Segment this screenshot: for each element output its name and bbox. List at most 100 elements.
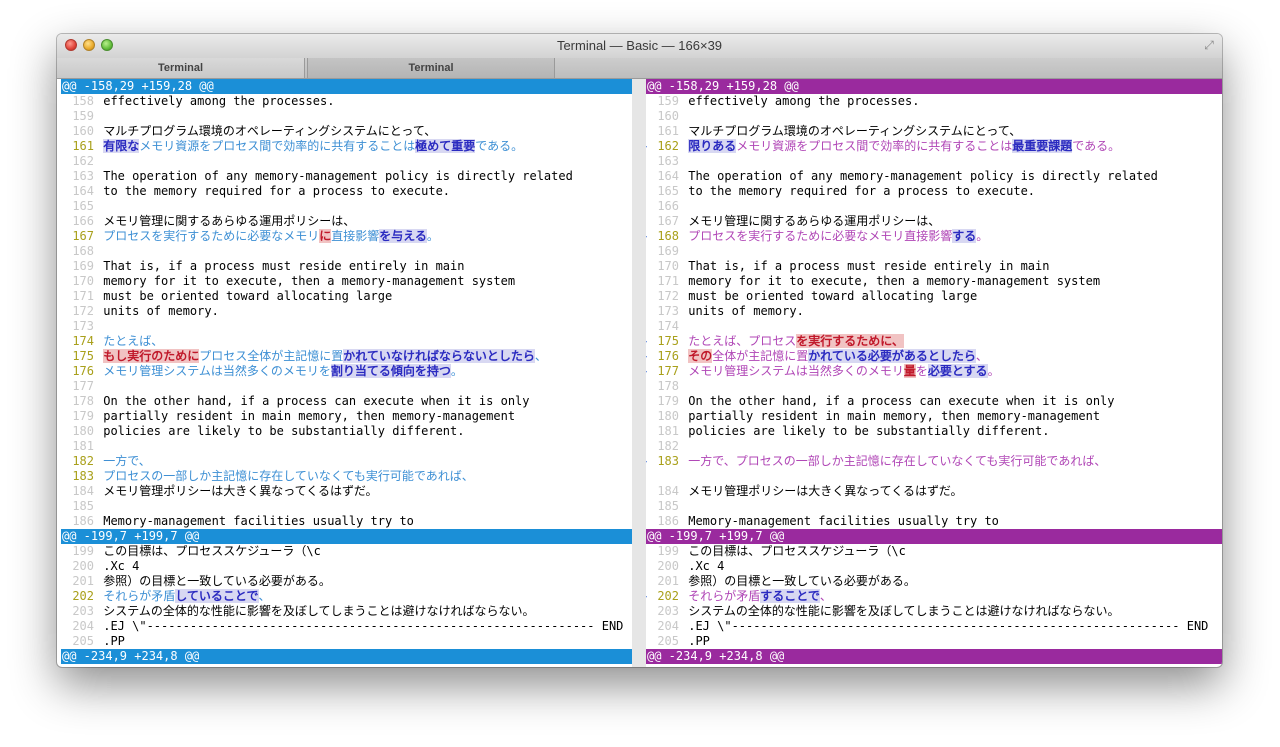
- diff-line: 199 この目標は、プロセススケジューラ（\c: [646, 544, 1222, 559]
- line-number: 166: [657, 199, 679, 213]
- hunk-header: @@ -158,29 +159,28 @@: [646, 79, 1222, 94]
- line-text: である。: [1072, 139, 1121, 153]
- diff-line: 174: [646, 319, 1222, 334]
- tab-terminal-2[interactable]: Terminal: [307, 58, 555, 78]
- diff-highlight: 限りある: [688, 139, 737, 153]
- diff-line: 170 That is, if a process must reside en…: [646, 259, 1222, 274]
- terminal-window: Terminal — Basic — 166×39 ⤢ Terminal Ter…: [57, 34, 1222, 667]
- line-number: 177: [72, 379, 94, 393]
- diff-line: 173 units of memory.: [646, 304, 1222, 319]
- diff-view[interactable]: @@ -158,29 +159,28 @@ 158 effectively amo…: [57, 79, 1222, 667]
- line-text: システムの全体的な性能に影響を及ぼしてしまうことは避けなければならない。: [688, 604, 1120, 618]
- line-number: 170: [72, 274, 94, 288]
- diff-line: 165: [61, 199, 638, 214]
- diff-line: <>176 その全体が主記憶に置かれている必要があるとしたら、: [646, 349, 1222, 364]
- diff-highlight: かれている必要があるとしたら: [808, 349, 976, 363]
- line-text: That is, if a process must reside entire…: [688, 259, 1050, 273]
- line-text: 一方で、プロセスの一部しか主記憶に存在していなくても実行可能であれば、: [688, 454, 1107, 468]
- line-number: 171: [72, 289, 94, 303]
- line-number: 164: [657, 169, 679, 183]
- line-text: この目標は、プロセススケジューラ（\c: [103, 544, 321, 558]
- line-number: 158: [72, 94, 94, 108]
- line-text: .EJ \"----------------------------------…: [103, 619, 624, 633]
- diff-highlight: かれていなければならないとしたら: [343, 349, 535, 363]
- line-number: 181: [657, 424, 679, 438]
- line-number: 205: [657, 634, 679, 648]
- line-text: 、: [819, 589, 832, 603]
- diff-line: 185: [61, 499, 638, 514]
- line-text: 。: [426, 229, 439, 243]
- line-number: 200: [657, 559, 679, 573]
- line-text: 参照）の目標と一致している必要がある。: [688, 574, 916, 588]
- diff-line: 182: [646, 439, 1222, 454]
- diff-highlight: 必要とする: [927, 364, 988, 378]
- diff-highlight: を与える: [379, 229, 427, 243]
- diff-line: 204 .EJ \"------------------------------…: [61, 619, 638, 634]
- line-number: 203: [72, 604, 94, 618]
- line-text: to the memory required for a process to …: [103, 184, 451, 198]
- line-text: メモリ管理システムは当然多くのメモリを: [103, 364, 331, 378]
- diff-line: 199 この目標は、プロセススケジューラ（\c: [61, 544, 638, 559]
- diff-line: 205 .PP: [61, 634, 638, 649]
- diff-line: 183 プロセスの一部しか主記憶に存在していなくても実行可能であれば、: [61, 469, 638, 484]
- line-text: マルチプログラム環境のオペレーティングシステムにとって、: [688, 124, 1022, 138]
- line-number: 163: [72, 169, 94, 183]
- diff-line: 162: [61, 154, 638, 169]
- line-text: The operation of any memory-management p…: [103, 169, 573, 183]
- diff-line: 169 That is, if a process must reside en…: [61, 259, 638, 274]
- diff-line: <>175 たとえば、プロセスを実行するために、: [646, 334, 1222, 349]
- line-number: 202: [657, 589, 679, 603]
- line-number: 199: [72, 544, 94, 558]
- line-number: 200: [72, 559, 94, 573]
- diff-line: 165 to the memory required for a process…: [646, 184, 1222, 199]
- line-number: 201: [72, 574, 94, 588]
- diff-line: 178: [646, 379, 1222, 394]
- fullscreen-icon[interactable]: ⤢: [1202, 38, 1216, 52]
- line-number: 186: [657, 514, 679, 528]
- line-text: memory for it to execute, then a memory-…: [103, 274, 516, 288]
- hunk-header-text: @@ -158,29 +159,28 @@: [62, 79, 214, 93]
- line-number: 160: [657, 109, 679, 123]
- line-text: プロセスの一部しか主記憶に存在していなくても実行可能であれば、: [103, 469, 474, 483]
- line-number: 179: [72, 409, 94, 423]
- diff-highlight: を実行するために、: [796, 334, 904, 348]
- left-diff-pane[interactable]: @@ -158,29 +159,28 @@ 158 effectively amo…: [61, 79, 638, 667]
- diff-highlight: していることで: [175, 589, 259, 603]
- line-number: 169: [657, 244, 679, 258]
- line-text: memory for it to execute, then a memory-…: [688, 274, 1101, 288]
- diff-highlight: その: [688, 349, 713, 363]
- line-text: メモリ管理に関するあらゆる運用ポリシーは、: [688, 214, 941, 228]
- diff-line: 201 参照）の目標と一致している必要がある。: [61, 574, 638, 589]
- line-number: 172: [657, 289, 679, 303]
- line-number: 172: [72, 304, 94, 318]
- title-bar[interactable]: Terminal — Basic — 166×39 ⤢: [57, 34, 1222, 59]
- line-text: units of memory.: [103, 304, 219, 318]
- line-text: メモリ資源をプロセス間で効率的に共有することは: [139, 139, 416, 153]
- line-number: 204: [657, 619, 679, 633]
- line-text: 。: [987, 364, 1000, 378]
- line-number: 170: [657, 259, 679, 273]
- diff-line: 173: [61, 319, 638, 334]
- diff-line: 204 .EJ \"------------------------------…: [646, 619, 1222, 634]
- diff-line: 174 たとえば、: [61, 334, 638, 349]
- line-number: 160: [72, 124, 94, 138]
- diff-line: 159 effectively among the processes.: [646, 94, 1222, 109]
- line-number: 166: [72, 214, 94, 228]
- diff-line: 158 effectively among the processes.: [61, 94, 638, 109]
- diff-line: 175 もし実行のためにプロセス全体が主記憶に置かれていなければならないとしたら…: [61, 349, 638, 364]
- diff-line: 186 Memory-management facilities usually…: [646, 514, 1222, 529]
- line-text: Memory-management facilities usually try…: [103, 514, 414, 528]
- diff-line: 201 参照）の目標と一致している必要がある。: [646, 574, 1222, 589]
- line-text: partially resident in main memory, then …: [103, 409, 516, 423]
- diff-line: 166: [646, 199, 1222, 214]
- diff-line: 164 The operation of any memory-manageme…: [646, 169, 1222, 184]
- line-text: Memory-management facilities usually try…: [688, 514, 999, 528]
- diff-line: 172 units of memory.: [61, 304, 638, 319]
- line-number: 165: [657, 184, 679, 198]
- line-text: to the memory required for a process to …: [688, 184, 1036, 198]
- tab-terminal-1[interactable]: Terminal: [57, 58, 305, 78]
- line-number: 184: [657, 484, 679, 498]
- line-number: 159: [72, 109, 94, 123]
- diff-line: 203 システムの全体的な性能に影響を及ぼしてしまうことは避けなければならない。: [646, 604, 1222, 619]
- right-diff-pane[interactable]: @@ -158,29 +159,28 @@ 159 effectively amo…: [646, 79, 1222, 667]
